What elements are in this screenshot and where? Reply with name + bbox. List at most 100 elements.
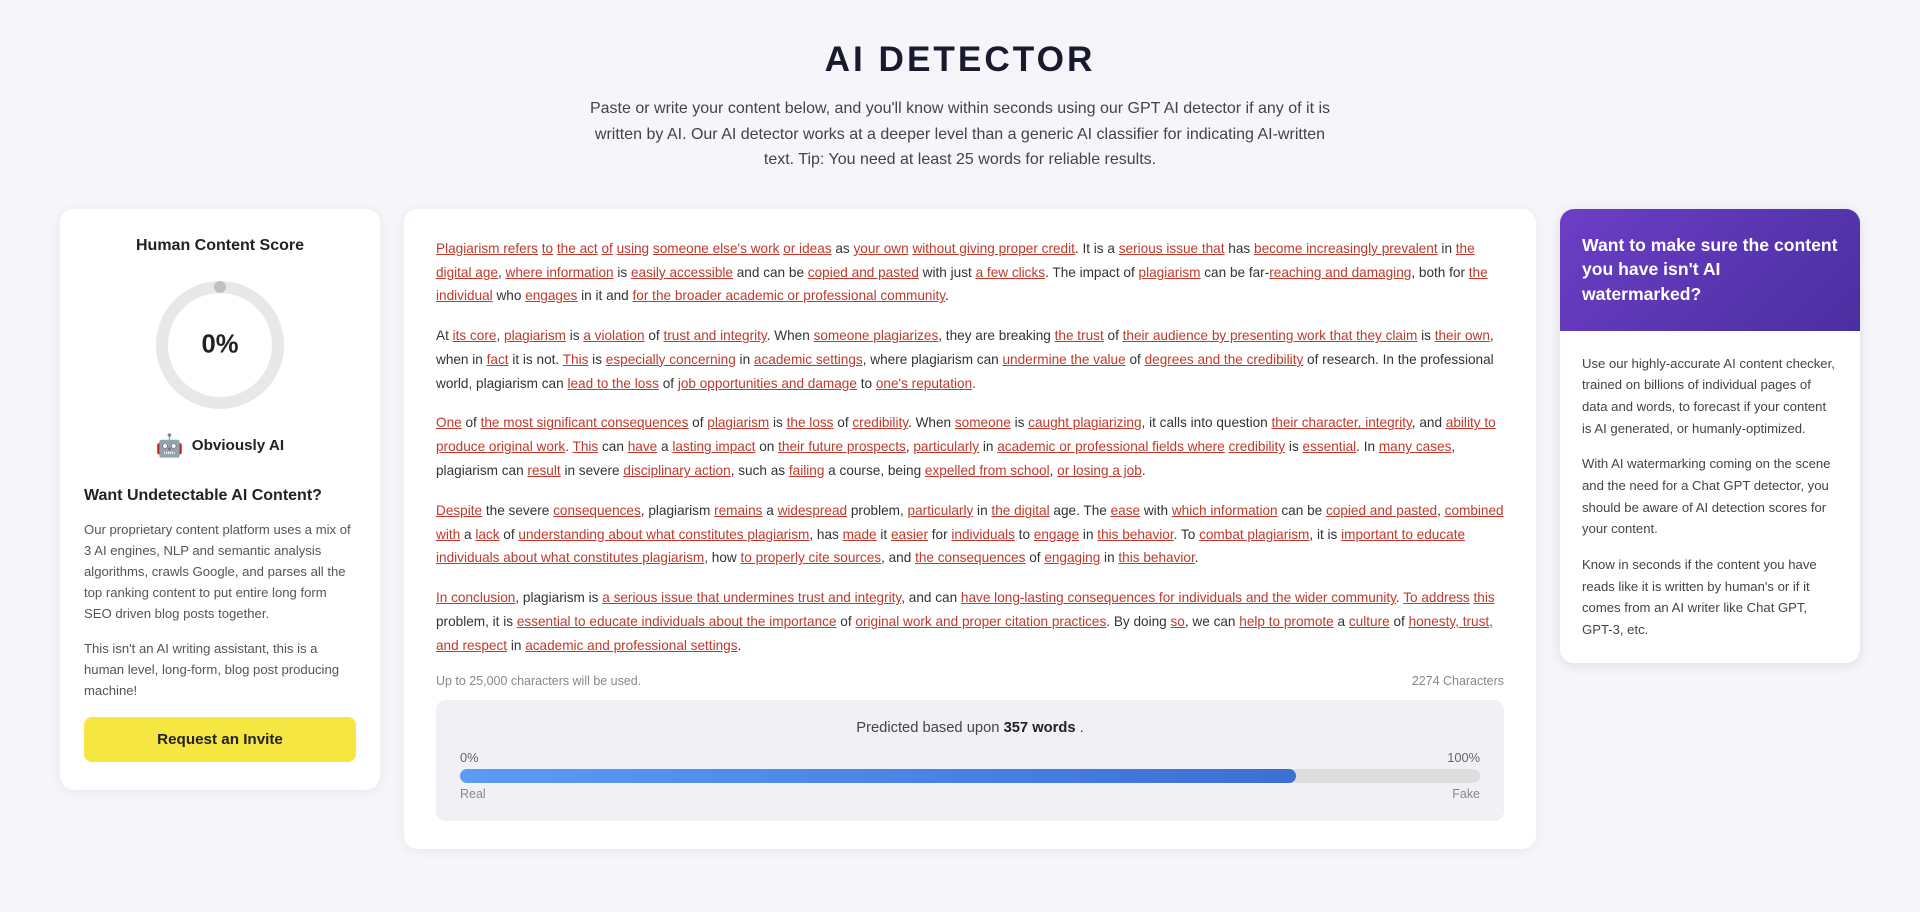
link-of[interactable]: of	[601, 241, 612, 256]
link-for-broader[interactable]: for the broader academic or professional…	[633, 288, 946, 303]
link-without[interactable]: without giving proper credit	[912, 241, 1074, 256]
link-original[interactable]: original work and proper citation practi…	[855, 614, 1106, 629]
link-which[interactable]: which information	[1172, 503, 1278, 518]
link-essential-5[interactable]: essential to educate individuals about t…	[517, 614, 837, 629]
link-this-behavior[interactable]: this behavior	[1097, 527, 1173, 542]
char-count: 2274 Characters	[1412, 674, 1504, 688]
right-panel-para1: Use our highly-accurate AI content check…	[1582, 353, 1838, 440]
link-digital-age-4[interactable]: the digital	[991, 503, 1049, 518]
link-culture[interactable]: culture	[1349, 614, 1390, 629]
link-ease[interactable]: ease	[1111, 503, 1140, 518]
link-made[interactable]: made	[843, 527, 877, 542]
link-the-consequences[interactable]: the consequences	[915, 550, 1025, 565]
link-disciplinary[interactable]: disciplinary action	[623, 463, 730, 478]
link-your-own[interactable]: your own	[853, 241, 908, 256]
request-invite-button[interactable]: Request an Invite	[84, 717, 356, 762]
link-the-act[interactable]: the act	[557, 241, 598, 256]
link-fact[interactable]: fact	[487, 352, 509, 367]
link-help[interactable]: help to promote	[1239, 614, 1333, 629]
link-plagiarism-impact[interactable]: plagiarism	[1139, 265, 1201, 280]
link-someone-plagiarizes[interactable]: someone plagiarizes	[814, 328, 939, 343]
link-despite[interactable]: Despite	[436, 503, 482, 518]
link-lack[interactable]: lack	[475, 527, 499, 542]
link-widespread[interactable]: widespread	[778, 503, 848, 518]
link-easier[interactable]: easier	[891, 527, 928, 542]
link-particularly[interactable]: particularly	[913, 439, 979, 454]
link-reaching[interactable]: reaching and damaging	[1269, 265, 1411, 280]
link-caught[interactable]: caught plagiarizing	[1028, 415, 1141, 430]
link-the-trust[interactable]: the trust	[1055, 328, 1104, 343]
link-engages[interactable]: engages	[525, 288, 577, 303]
link-remains[interactable]: remains	[714, 503, 762, 518]
char-limit-note: Up to 25,000 characters will be used.	[436, 674, 641, 688]
link-to[interactable]: to	[542, 241, 553, 256]
bar-track	[460, 769, 1480, 783]
bar-left-pct: 0%	[460, 750, 479, 765]
link-essential[interactable]: essential	[1303, 439, 1357, 454]
link-especially[interactable]: especially concerning	[606, 352, 736, 367]
link-understanding[interactable]: understanding about what constitutes pla…	[518, 527, 809, 542]
link-easily[interactable]: easily accessible	[631, 265, 733, 280]
link-someone-caught[interactable]: someone	[955, 415, 1011, 430]
link-job-opp[interactable]: job opportunities and damage	[678, 376, 857, 391]
link-plagiarism-2[interactable]: plagiarism	[504, 328, 566, 343]
link-degrees[interactable]: degrees and the credibility	[1145, 352, 1304, 367]
link-academic-prof[interactable]: academic or professional fields where	[997, 439, 1224, 454]
link-academic-settings[interactable]: academic settings	[754, 352, 863, 367]
link-expelled[interactable]: expelled from school	[925, 463, 1050, 478]
link-academic-5[interactable]: academic and professional settings	[525, 638, 737, 653]
link-future[interactable]: their future prospects	[778, 439, 906, 454]
link-serious-issue[interactable]: serious issue that	[1119, 241, 1225, 256]
link-the-loss[interactable]: the loss	[787, 415, 834, 430]
link-consequences-4[interactable]: consequences	[553, 503, 641, 518]
link-result[interactable]: result	[527, 463, 560, 478]
paragraph-4: Despite the severe consequences, plagiar…	[436, 499, 1504, 570]
link-this-5[interactable]: this behavior	[1118, 550, 1194, 565]
link-lasting[interactable]: lasting impact	[672, 439, 755, 454]
link-most-significant[interactable]: the most significant consequences	[481, 415, 689, 430]
link-undermine[interactable]: undermine the value	[1003, 352, 1126, 367]
link-to-address[interactable]: To address	[1403, 590, 1470, 605]
link-a-serious[interactable]: a serious issue that undermines trust an…	[602, 590, 901, 605]
link-this-6[interactable]: this	[1474, 590, 1495, 605]
link-individuals[interactable]: individuals	[951, 527, 1014, 542]
link-have[interactable]: have	[628, 439, 657, 454]
link-or-losing[interactable]: or losing a job	[1057, 463, 1142, 478]
link-using[interactable]: using	[617, 241, 650, 256]
link-copied-4[interactable]: copied and pasted	[1326, 503, 1437, 518]
link-credibility-3[interactable]: credibility	[852, 415, 908, 430]
link-lead[interactable]: lead to the loss	[567, 376, 658, 391]
page-wrapper: AI DETECTOR Paste or write your content …	[0, 0, 1920, 889]
link-or-ideas[interactable]: or ideas	[783, 241, 831, 256]
link-engaging[interactable]: engaging	[1044, 550, 1100, 565]
link-someone[interactable]: someone else's work	[653, 241, 780, 256]
link-in-conclusion[interactable]: In conclusion	[436, 590, 515, 605]
link-one[interactable]: One	[436, 415, 462, 430]
link-copied[interactable]: copied and pasted	[808, 265, 919, 280]
link-character[interactable]: their character, integrity	[1272, 415, 1412, 430]
link-where[interactable]: where information	[506, 265, 614, 280]
link-many-cases[interactable]: many cases	[1379, 439, 1452, 454]
link-to-properly[interactable]: to properly cite sources	[741, 550, 882, 565]
link-plagiarism-refers[interactable]: Plagiarism refers	[436, 241, 538, 256]
link-credibility-ess[interactable]: credibility	[1228, 439, 1285, 454]
link-so[interactable]: so	[1171, 614, 1185, 629]
link-few-clicks[interactable]: a few clicks	[976, 265, 1046, 280]
link-become[interactable]: become increasingly prevalent	[1254, 241, 1438, 256]
link-failing[interactable]: failing	[789, 463, 825, 478]
link-this[interactable]: This	[563, 352, 589, 367]
prediction-label: Predicted based upon 357 words .	[460, 720, 1480, 736]
link-have-5[interactable]: have long-lasting consequences for indiv…	[961, 590, 1396, 605]
link-ones-rep[interactable]: one's reputation	[876, 376, 972, 391]
link-their-own[interactable]: their own	[1435, 328, 1490, 343]
link-combat[interactable]: combat plagiarism	[1199, 527, 1309, 542]
link-their-audience[interactable]: their audience by presenting work that t…	[1123, 328, 1418, 343]
link-a-violation[interactable]: a violation	[583, 328, 644, 343]
right-panel-bottom: Use our highly-accurate AI content check…	[1560, 331, 1860, 663]
link-plagiarism-3[interactable]: plagiarism	[707, 415, 769, 430]
link-engage[interactable]: engage	[1034, 527, 1079, 542]
link-its-core[interactable]: its core	[453, 328, 497, 343]
link-this-2[interactable]: This	[573, 439, 599, 454]
link-trust[interactable]: trust and integrity	[663, 328, 766, 343]
link-particularly-4[interactable]: particularly	[908, 503, 974, 518]
